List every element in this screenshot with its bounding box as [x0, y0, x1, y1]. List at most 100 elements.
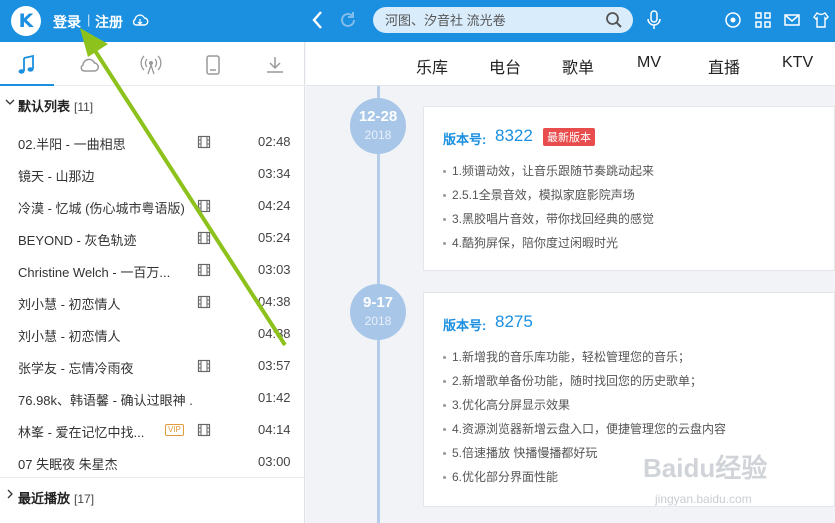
track-row[interactable]: 刘小慧 - 初恋情人 04:38 — [0, 286, 305, 318]
track-row[interactable]: 张学友 - 忘情冷雨夜 03:57 — [0, 350, 305, 382]
nav-library[interactable]: 乐库 — [416, 54, 448, 78]
cloud-icon[interactable] — [78, 54, 100, 76]
track-name: 刘小慧 - 初恋情人 — [18, 329, 121, 344]
back-arrow-icon[interactable] — [308, 9, 328, 31]
version-number: 8322 — [495, 126, 533, 145]
chevron-right-icon — [7, 489, 13, 499]
feature-item: 6.优化部分界面性能 — [443, 468, 558, 485]
track-row[interactable]: 76.98k、韩语馨 - 确认过眼神 ... 01:42 — [0, 382, 305, 414]
chevron-down-icon — [5, 99, 15, 105]
track-duration: 02:48 — [258, 134, 291, 149]
device-icon[interactable] — [202, 54, 224, 76]
release-card: 版本号: 8322 最新版本 1.频谱动效，让音乐跟随节奏跳动起来 2.5.1全… — [423, 106, 835, 271]
release-date-circle: 9-17 2018 — [350, 284, 406, 340]
release-card: 版本号: 8275 1.新增我的音乐库功能，轻松管理您的音乐； 2.新增歌单备份… — [423, 292, 835, 507]
record-icon[interactable] — [724, 11, 742, 29]
track-name: 张学友 - 忘情冷雨夜 — [18, 361, 134, 376]
mv-film-icon[interactable] — [197, 135, 211, 149]
track-duration: 03:57 — [258, 358, 291, 373]
nav-ktv[interactable]: KTV — [782, 54, 813, 72]
register-link[interactable]: 注册 — [95, 12, 123, 32]
login-separator: | — [87, 12, 91, 27]
recent-list-header[interactable]: 最近播放 [17] — [0, 484, 305, 508]
vip-badge: VIP — [165, 424, 184, 436]
default-list-header[interactable]: 默认列表 [11] — [0, 92, 305, 116]
nav-mv[interactable]: MV — [637, 54, 661, 72]
track-name: 冷漠 - 忆城 (伤心城市粤语版) — [18, 201, 185, 216]
mv-film-icon[interactable] — [197, 359, 211, 373]
baidu-watermark-url: jingyan.baidu.com — [655, 492, 752, 506]
feature-item: 3.黑胶唱片音效，带你找回经典的感觉 — [443, 210, 654, 227]
track-row[interactable]: BEYOND - 灰色轨迹 05:24 — [0, 222, 305, 254]
nav-live[interactable]: 直播 — [708, 54, 740, 78]
default-list-title: 默认列表 — [18, 99, 71, 114]
search-icon[interactable] — [605, 11, 623, 29]
download-icon[interactable] — [264, 54, 286, 76]
recent-list-count: [17] — [74, 492, 95, 506]
track-duration: 04:38 — [258, 294, 291, 309]
apps-grid-icon[interactable] — [754, 11, 772, 29]
login-link[interactable]: 登录 — [53, 12, 81, 32]
release-year: 2018 — [364, 314, 392, 328]
track-row[interactable]: 刘小慧 - 初恋情人 04:38 — [0, 318, 305, 350]
version-label: 版本号: — [443, 318, 487, 333]
music-note-icon[interactable] — [16, 54, 38, 76]
track-name: 镜天 - 山那边 — [18, 169, 95, 184]
track-row[interactable]: 07 失眠夜 朱星杰 03:00 — [0, 446, 305, 478]
mv-film-icon[interactable] — [197, 295, 211, 309]
release-year: 2018 — [364, 128, 392, 142]
feature-item: 4.资源浏览器新增云盘入口，便捷管理您的云盘内容 — [443, 420, 726, 437]
microphone-icon[interactable] — [645, 10, 663, 30]
feature-item: 3.优化高分屏显示效果 — [443, 396, 570, 413]
left-panel: 默认列表 [11] 02.半阳 - 一曲相思 02:48 镜天 - 山那边 03:34 冷… — [0, 42, 305, 523]
release-date-circle: 12-28 2018 — [350, 98, 406, 154]
baidu-watermark: Baidu经验 — [643, 453, 768, 483]
track-name: BEYOND - 灰色轨迹 — [18, 233, 137, 248]
feature-item: 2.新增歌单备份功能，随时找回您的历史歌单； — [443, 372, 702, 389]
track-row[interactable]: 02.半阳 - 一曲相思 02:48 — [0, 126, 305, 158]
cloud-sync-icon[interactable] — [131, 11, 149, 29]
mail-icon[interactable] — [783, 11, 801, 29]
mv-film-icon[interactable] — [197, 263, 211, 277]
mv-film-icon[interactable] — [197, 231, 211, 245]
release-date: 9-17 — [362, 294, 394, 311]
main-nav: 乐库 电台 歌单 MV 直播 KTV — [306, 42, 835, 86]
refresh-icon[interactable] — [338, 10, 358, 30]
track-row[interactable]: 冷漠 - 忆城 (伤心城市粤语版) 04:24 — [0, 190, 305, 222]
track-row[interactable]: Christine Welch - 一百万... 03:03 — [0, 254, 305, 286]
recent-list-title: 最近播放 — [18, 491, 71, 506]
mv-film-icon[interactable] — [197, 423, 211, 437]
nav-playlists[interactable]: 歌单 — [562, 54, 594, 78]
track-duration: 03:00 — [258, 454, 291, 469]
nav-radio[interactable]: 电台 — [489, 54, 521, 78]
mv-film-icon[interactable] — [197, 199, 211, 213]
feature-item: 1.新增我的音乐库功能，轻松管理您的音乐； — [443, 348, 690, 365]
track-duration: 03:03 — [258, 262, 291, 277]
track-duration: 01:42 — [258, 390, 291, 405]
radio-icon[interactable] — [140, 54, 162, 76]
track-name: 02.半阳 - 一曲相思 — [18, 137, 126, 152]
kugou-logo[interactable]: K — [11, 6, 41, 36]
release-date: 12-28 — [358, 108, 398, 125]
search-input[interactable] — [385, 11, 595, 29]
left-tabs — [0, 42, 305, 86]
list-divider — [0, 477, 305, 478]
version-label: 版本号: — [443, 132, 487, 147]
track-row[interactable]: 林峯 - 爱在记忆中找... VIP 04:14 — [0, 414, 305, 446]
feature-item: 5.倍速播放 快播慢播都好玩 — [443, 444, 597, 461]
feature-item: 1.频谱动效，让音乐跟随节奏跳动起来 — [443, 162, 654, 179]
default-list-count: [11] — [74, 100, 94, 114]
active-tab-indicator — [0, 84, 54, 86]
track-duration: 04:24 — [258, 198, 291, 213]
feature-item: 2.5.1全景音效，模拟家庭影院声场 — [443, 186, 635, 203]
track-name: Christine Welch - 一百万... — [18, 265, 171, 280]
skin-icon[interactable] — [812, 11, 830, 29]
track-name: 刘小慧 - 初恋情人 — [18, 297, 121, 312]
top-bar: K 登录 | 注册 — [0, 0, 835, 42]
track-duration: 05:24 — [258, 230, 291, 245]
feature-item: 4.酷狗屏保，陪你度过闲暇时光 — [443, 234, 618, 251]
search-box[interactable] — [373, 7, 633, 33]
track-row[interactable]: 镜天 - 山那边 03:34 — [0, 158, 305, 190]
track-duration: 03:34 — [258, 166, 291, 181]
track-duration: 04:38 — [258, 326, 291, 341]
